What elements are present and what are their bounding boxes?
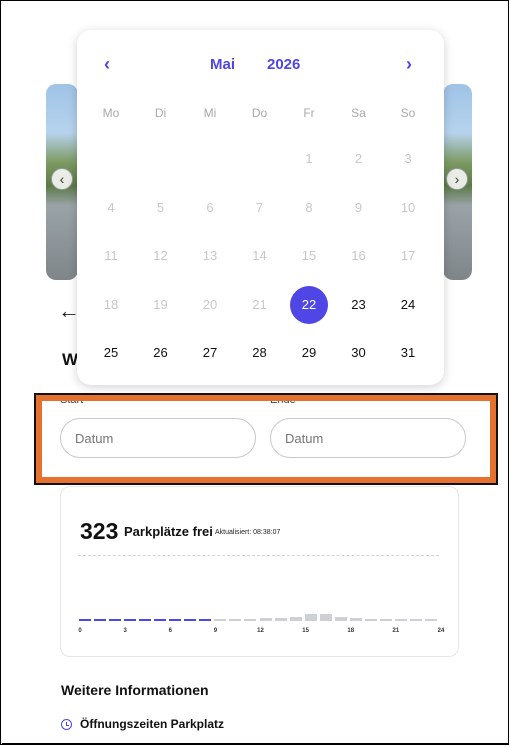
clock-icon	[61, 719, 72, 730]
chart-tick-label: 3	[123, 628, 127, 634]
calendar-day-5: 5	[156, 199, 165, 215]
calendar-day-26[interactable]: 26	[142, 334, 180, 372]
further-info-heading: Weitere Informationen	[61, 682, 209, 698]
chart-tick-label: 6	[168, 628, 172, 634]
chart-bar	[334, 616, 347, 621]
chart-bar	[199, 618, 212, 621]
calendar-day-20: 20	[202, 296, 218, 312]
calendar-year: 2026	[267, 56, 301, 73]
chart-tick-label: 24	[437, 628, 445, 634]
calendar-day-29[interactable]: 29	[290, 334, 328, 372]
chart-bar	[274, 617, 287, 621]
calendar-day-8: 8	[305, 199, 313, 215]
updated-timestamp: Aktualisiert: 08:38:07	[215, 529, 281, 536]
chart-tick-label: 12	[257, 628, 264, 634]
chart-bar	[289, 616, 302, 621]
chart-bar	[109, 618, 122, 621]
occupancy-chart	[78, 600, 439, 624]
carousel-next-button[interactable]: ›	[446, 168, 468, 190]
calendar-day-25[interactable]: 25	[92, 334, 130, 372]
calendar-day-13: 13	[202, 248, 218, 263]
chart-bar	[259, 617, 272, 621]
chart-bar	[229, 618, 242, 621]
calendar-day-12: 12	[153, 248, 168, 263]
chart-bar	[184, 618, 197, 621]
weekday-do: Do	[251, 106, 268, 120]
chart-bar	[304, 614, 317, 621]
date-picker-popup: ‹ › Mai 2026 Mo Di Mi Do Fr Sa So 1 2 3 4 5 6 7 8 9 10 11…	[77, 30, 444, 385]
chart-tick-label: 18	[347, 628, 355, 634]
chart-bar	[394, 618, 407, 621]
weekday-sa: Sa	[351, 106, 366, 120]
date-fields-highlight	[34, 393, 498, 485]
opening-hours-link[interactable]: Öffnungszeiten Parkplatz	[80, 717, 224, 731]
chart-bar	[154, 618, 167, 621]
calendar-day-31[interactable]: 31	[389, 334, 427, 372]
calendar-day-17: 17	[400, 248, 416, 263]
weekday-so: So	[400, 106, 416, 120]
free-spaces-label: Parkplätze frei	[124, 524, 213, 539]
chart-bar	[349, 617, 362, 621]
chart-bar	[364, 618, 377, 621]
calendar-day-22[interactable]: 22	[290, 285, 328, 324]
chart-x-axis: 0 3 6 9 12 15 18 21 24	[78, 628, 444, 640]
chart-bar	[424, 618, 437, 621]
calendar-day-10: 10	[400, 199, 416, 215]
chart-tick-label: 15	[302, 628, 309, 634]
carousel-prev-button[interactable]: ‹	[51, 168, 73, 190]
weekday-di: Di	[154, 106, 167, 120]
calendar-day-1: 1	[305, 151, 313, 166]
calendar-day-19: 19	[153, 296, 168, 312]
chart-bar	[79, 618, 92, 621]
calendar-day-28[interactable]: 28	[241, 334, 279, 372]
chart-gridline	[78, 555, 439, 556]
chart-bar	[214, 618, 227, 621]
calendar-day-11: 11	[104, 248, 118, 263]
calendar-month: Mai	[210, 56, 236, 73]
chart-bar	[244, 618, 257, 621]
calendar-day-27[interactable]: 27	[191, 334, 229, 372]
chart-bar	[139, 618, 152, 621]
chart-bar	[124, 618, 137, 621]
calendar-day-6: 6	[206, 199, 214, 215]
calendar-day-16: 16	[351, 248, 366, 263]
chart-bar	[379, 618, 392, 621]
free-spaces-count: 323	[80, 518, 119, 544]
chart-bar	[94, 618, 107, 621]
calendar-day-7: 7	[255, 199, 264, 215]
chart-tick-label: 21	[392, 628, 400, 634]
chart-bar	[169, 618, 182, 621]
calendar-day-21: 21	[252, 296, 267, 312]
calendar-day-14: 14	[252, 248, 267, 263]
calendar-day-15: 15	[301, 248, 317, 263]
calendar-day-4: 4	[107, 199, 115, 215]
next-month-button[interactable]: ›	[397, 54, 421, 74]
section-heading: W	[62, 350, 79, 369]
calendar-day-9: 9	[354, 199, 363, 215]
prev-month-button[interactable]: ‹	[95, 54, 119, 74]
calendar-day-24[interactable]: 24	[389, 286, 427, 324]
weekday-mi: Mi	[203, 106, 217, 120]
chart-bar	[319, 614, 332, 621]
calendar-day-2: 2	[354, 151, 363, 166]
page-bottom-border	[2, 743, 509, 745]
calendar-day-18: 18	[103, 296, 119, 312]
chart-bar	[409, 618, 422, 621]
weekday-mo: Mo	[102, 106, 120, 120]
weekday-fr: Fr	[303, 106, 315, 120]
chart-tick-label: 9	[213, 628, 218, 634]
calendar-day-3: 3	[404, 151, 412, 166]
calendar-day-30[interactable]: 30	[340, 334, 378, 372]
calendar-day-23[interactable]: 23	[340, 286, 378, 324]
chart-tick-label: 0	[78, 628, 82, 634]
